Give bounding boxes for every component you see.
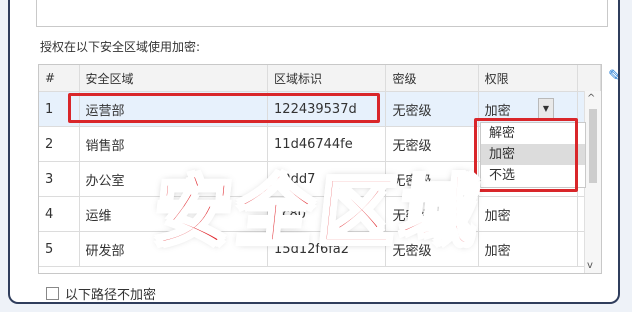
checkbox-label: 以下路径不加密 (65, 288, 157, 303)
column-header-region: 安全区域 (79, 65, 269, 92)
exclude-path-checkbox-row[interactable]: 以下路径不加密 (46, 284, 157, 303)
region-cell[interactable]: 运营部 (79, 91, 269, 127)
overlay-title: 安全区域 (149, 166, 489, 258)
row-number: 5 (39, 231, 80, 267)
section-label: 授权在以下安全区域使用加密: (40, 40, 201, 54)
scrollbar-thumb[interactable] (589, 109, 597, 183)
region-id-cell[interactable]: 122439537d (267, 91, 387, 127)
column-header-num: # (39, 65, 80, 92)
chevron-up-icon[interactable]: ^ (587, 93, 595, 104)
row-number: 1 (39, 91, 80, 127)
row-number: 2 (39, 126, 80, 162)
checkbox[interactable] (46, 287, 59, 300)
row-number: 3 (39, 161, 80, 197)
row-number: 4 (39, 196, 80, 232)
dialog-frame: 授权在以下安全区域使用加密: ✎ # 安全区域 区域标识 密级 权限 1 运营部… (8, 0, 620, 304)
column-header-spacer (577, 65, 601, 92)
pencil-icon[interactable]: ✎ (608, 66, 618, 85)
top-text-area[interactable] (36, 0, 608, 27)
column-header-perm: 权限 (478, 65, 579, 92)
dropdown-option[interactable]: 解密 (481, 123, 585, 144)
level-cell[interactable]: 无密级 (385, 91, 479, 127)
column-header-level: 密级 (385, 65, 479, 92)
chevron-down-icon[interactable]: v (587, 260, 593, 271)
column-header-id: 区域标识 (267, 65, 387, 92)
table-header-row: # 安全区域 区域标识 密级 权限 (39, 65, 601, 92)
vertical-scrollbar[interactable]: ^ v (584, 91, 601, 273)
caret-down-icon[interactable]: ▼ (538, 98, 554, 120)
